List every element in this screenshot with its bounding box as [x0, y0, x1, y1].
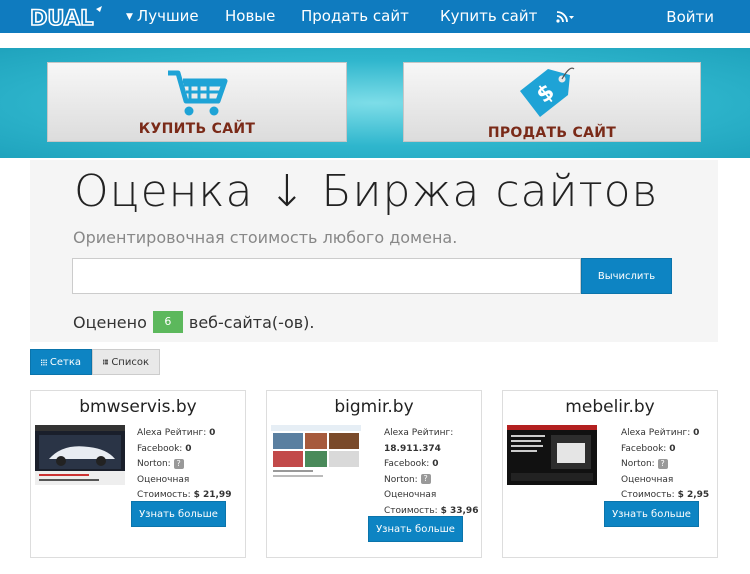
alexa-value: 18.911.374	[384, 443, 441, 454]
top-navbar: DUAL ▼ Лучшие Новые Продать сайт Купить с…	[0, 0, 750, 33]
site-thumbnail[interactable]	[35, 425, 125, 485]
price-tag-icon: $	[520, 67, 575, 117]
caret-down-icon: ▼	[126, 12, 133, 22]
site-thumbnail[interactable]	[271, 425, 361, 485]
evaluated-count-badge: 6	[152, 311, 183, 333]
nav-new[interactable]: Новые	[225, 7, 275, 25]
domain-input[interactable]	[72, 258, 581, 294]
sell-site-label: ПРОДАТЬ САЙТ	[487, 125, 617, 141]
list-icon	[103, 359, 109, 365]
nav-best-label: Лучшие	[136, 7, 199, 25]
learn-more-button[interactable]: Узнать больше	[368, 516, 463, 542]
buy-site-label: КУПИТЬ САЙТ	[138, 121, 256, 137]
site-stats: Alexa Рейтинг: 18.911.374 Facebook: 0 No…	[384, 426, 478, 519]
site-stats: Alexa Рейтинг: 0 Facebook: 0 Norton: ? О…	[621, 426, 709, 504]
site-card-title[interactable]: bmwservis.by	[31, 397, 245, 417]
site-card-title[interactable]: mebelir.by	[503, 397, 717, 417]
grid-icon	[41, 359, 47, 365]
dual-logo[interactable]: DUAL	[30, 5, 108, 29]
learn-more-button[interactable]: Узнать больше	[131, 501, 226, 527]
svg-text:DUAL: DUAL	[30, 6, 93, 29]
norton-unknown-icon: ?	[420, 474, 431, 484]
login-link[interactable]: Войти	[666, 8, 714, 26]
estimated-label: Оценочная	[384, 490, 437, 500]
nav-best[interactable]: ▼ Лучшие	[126, 7, 199, 25]
buy-site-button[interactable]: КУПИТЬ САЙТ	[47, 62, 347, 142]
page-subtitle: Ориентировочная стоимость любого домена.	[73, 228, 458, 247]
alexa-label: Alexa Рейтинг:	[621, 428, 691, 438]
estimated-label: Оценочная	[137, 474, 190, 485]
cost-label: Стоимость:	[137, 490, 191, 500]
site-thumbnail[interactable]	[507, 425, 597, 485]
alexa-value: 0	[693, 428, 700, 438]
site-card: bmwservis.by Alexa Рейтинг: 0 Facebook: …	[30, 390, 246, 558]
facebook-value: 0	[669, 443, 676, 454]
evaluated-count-line: Оценено 6 веб-сайта(-ов).	[73, 311, 315, 333]
page-title: Оценка ↓ Биржа сайтов	[74, 166, 659, 217]
sell-site-button[interactable]: $ ПРОДАТЬ САЙТ	[403, 62, 701, 142]
facebook-label: Facebook:	[384, 459, 430, 469]
cost-value: $ 33,96	[440, 505, 479, 516]
list-view-button[interactable]: Список	[92, 349, 160, 375]
estimated-label: Оценочная	[621, 474, 674, 485]
nav-buy-site[interactable]: Купить сайт	[440, 7, 537, 25]
cost-label: Стоимость:	[384, 505, 438, 516]
site-card: mebelir.by Alexa Рейтинг: 0 Facebook: 0 …	[502, 390, 718, 558]
site-card-title[interactable]: bigmir.by	[267, 397, 481, 417]
evaluated-prefix: Оценено	[73, 312, 147, 332]
shopping-cart-icon	[168, 70, 228, 116]
cost-value: $ 21,99	[193, 490, 232, 500]
site-stats: Alexa Рейтинг: 0 Facebook: 0 Norton: ? О…	[137, 426, 231, 504]
site-card: bigmir.by Alexa Рейтинг: 18.911.374 Face…	[266, 390, 482, 558]
norton-unknown-icon: ?	[657, 458, 668, 469]
rss-icon[interactable]	[556, 10, 574, 24]
facebook-label: Facebook:	[621, 443, 667, 454]
cost-value: $ 2,95	[677, 490, 710, 500]
evaluated-suffix: веб-сайта(-ов).	[188, 312, 315, 332]
learn-more-button[interactable]: Узнать больше	[604, 501, 699, 527]
cost-label: Стоимость:	[621, 490, 675, 500]
alexa-label: Alexa Рейтинг:	[137, 428, 207, 438]
alexa-label: Alexa Рейтинг:	[384, 428, 454, 438]
facebook-value: 0	[185, 443, 192, 454]
view-toggle: Сетка Список	[30, 349, 160, 375]
norton-label: Norton:	[137, 459, 171, 469]
facebook-label: Facebook:	[137, 443, 183, 454]
norton-label: Norton:	[384, 474, 418, 485]
calculate-button[interactable]: Вычислить	[581, 258, 672, 294]
grid-view-label: Сетка	[49, 356, 81, 368]
hero-banner: КУПИТЬ САЙТ $ ПРОДАТЬ САЙТ	[0, 48, 750, 158]
facebook-value: 0	[432, 459, 439, 469]
norton-unknown-icon: ?	[173, 458, 184, 469]
list-view-label: Список	[111, 356, 149, 368]
alexa-value: 0	[209, 428, 216, 438]
nav-sell-site[interactable]: Продать сайт	[301, 7, 409, 25]
norton-label: Norton:	[621, 459, 655, 469]
grid-view-button[interactable]: Сетка	[30, 349, 92, 375]
evaluate-panel: Оценка ↓ Биржа сайтов Ориентировочная ст…	[30, 160, 718, 342]
